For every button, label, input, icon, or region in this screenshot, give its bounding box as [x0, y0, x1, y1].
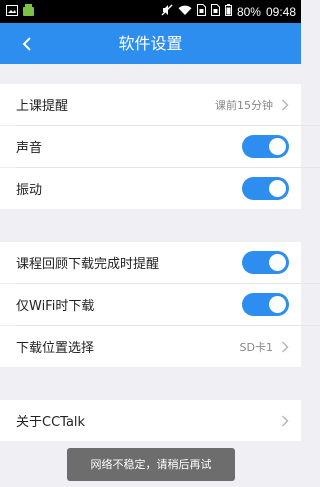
replay-download-notify-row: 课程回顾下载完成时提醒	[0, 242, 301, 283]
toggle-knob	[269, 138, 286, 155]
vibration-row: 振动	[0, 168, 301, 209]
class-reminder-label: 上课提醒	[16, 99, 69, 114]
toggle-knob	[269, 254, 286, 271]
wifi-only-download-toggle[interactable]	[242, 293, 289, 316]
sim-card-icon	[196, 4, 206, 19]
toggle-knob	[269, 180, 286, 197]
app-bar: 软件设置	[0, 23, 301, 64]
replay-download-notify-toggle[interactable]	[242, 251, 289, 274]
page-title: 软件设置	[118, 34, 183, 53]
section-spacer	[0, 64, 301, 84]
sound-label: 声音	[16, 141, 43, 156]
vibration-label: 振动	[16, 183, 43, 198]
sound-row: 声音	[0, 126, 301, 167]
about-row[interactable]: 关于CCTalk	[0, 400, 301, 441]
download-location-value: SD卡1	[239, 340, 273, 354]
chevron-right-icon	[282, 415, 289, 426]
mute-icon	[161, 4, 173, 19]
image-notification-icon	[6, 4, 18, 19]
class-reminder-row[interactable]: 上课提醒 课前15分钟	[0, 84, 301, 125]
replay-download-notify-label: 课程回顾下载完成时提醒	[16, 257, 160, 272]
status-bar: 80% 09:48	[0, 0, 301, 23]
chevron-right-icon	[282, 99, 289, 110]
battery-percent: 80%	[236, 4, 261, 19]
download-location-label: 下载位置选择	[16, 341, 95, 356]
section-spacer	[0, 367, 301, 400]
chevron-right-icon	[282, 341, 289, 352]
battery-icon	[224, 4, 232, 19]
vibration-toggle[interactable]	[242, 177, 289, 200]
about-label: 关于CCTalk	[16, 415, 86, 430]
download-location-row[interactable]: 下载位置选择 SD卡1	[0, 326, 301, 367]
toast-message: 网络不稳定，请稍后再试	[67, 448, 235, 481]
sound-toggle[interactable]	[242, 135, 289, 158]
section-spacer	[0, 209, 301, 242]
toggle-knob	[269, 296, 286, 313]
wifi-only-download-label: 仅WiFi时下载	[16, 299, 95, 314]
wifi-icon	[178, 5, 192, 19]
sim-card-icon-2	[210, 4, 220, 19]
class-reminder-value: 课前15分钟	[215, 98, 273, 112]
wifi-only-download-row: 仅WiFi时下载	[0, 284, 301, 325]
clock-time: 09:48	[265, 4, 296, 19]
android-notification-icon	[22, 4, 35, 19]
